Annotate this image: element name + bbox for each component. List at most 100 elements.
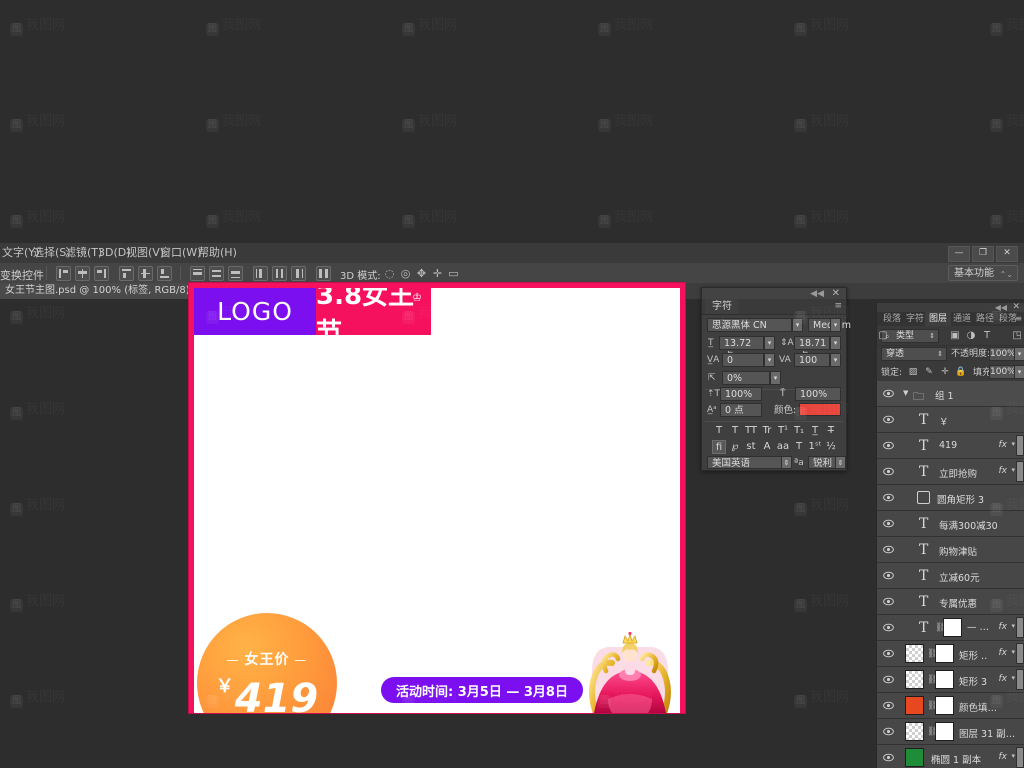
- distribute-right-icon[interactable]: [291, 266, 306, 281]
- chevron-down-icon[interactable]: ▾: [1011, 752, 1015, 760]
- adjustment-filter-icon[interactable]: ◑: [965, 330, 977, 342]
- distribute-left-icon[interactable]: [253, 266, 268, 281]
- layer-thumbnail[interactable]: [905, 670, 924, 689]
- layer-visibility-icon[interactable]: [883, 753, 894, 762]
- layer-mask-thumbnail[interactable]: [935, 670, 954, 689]
- layer-row[interactable]: T 购物津贴: [877, 537, 1024, 563]
- opacity-value[interactable]: 100%: [989, 347, 1016, 361]
- titling-alternates-button[interactable]: T: [792, 440, 806, 454]
- layer-visibility-icon[interactable]: [883, 649, 894, 658]
- panel-menu-icon[interactable]: ≡: [834, 301, 842, 311]
- layer-visibility-icon[interactable]: [883, 701, 894, 710]
- layer-effects-scrollbar[interactable]: [1016, 643, 1024, 664]
- layer-list[interactable]: ▼ 🗀 组 1 T ￥ T 419 fx ▾ T 立即抢购 fx ▾ 圆角矩形 3 T 每满300减30 T 购物…: [877, 381, 1024, 768]
- layer-row[interactable]: ⛓矩形 38fx▾: [877, 667, 1024, 693]
- layer-visibility-icon[interactable]: [883, 571, 894, 580]
- layer-row[interactable]: T ⛓ — … fx ▾: [877, 615, 1024, 641]
- artboard[interactable]: LOGO 3.8女王节 ♔ — 女王价 — ￥419 活动时间: 3月5日 — …: [189, 283, 685, 713]
- layer-row[interactable]: 椭圆 1 副本 fx ▾: [877, 745, 1024, 768]
- discretionary-ligatures-button[interactable]: st: [744, 440, 758, 454]
- distribute-horizontal-center-icon[interactable]: [272, 266, 287, 281]
- layer-mask-thumbnail[interactable]: [935, 722, 954, 741]
- layers-panel-grip[interactable]: ◀◀ ✕: [877, 302, 1024, 312]
- document-tab[interactable]: 女王节主图.psd @ 100% (标签, RGB/8) ✕: [0, 283, 213, 299]
- layer-effects-icon[interactable]: fx: [999, 466, 1008, 476]
- distribute-bottom-icon[interactable]: [228, 266, 243, 281]
- chevron-down-icon[interactable]: ▾: [1011, 466, 1015, 474]
- layer-mask-thumbnail[interactable]: [943, 618, 962, 637]
- layer-effects-icon[interactable]: fx: [999, 648, 1008, 658]
- layer-row[interactable]: T 立减60元: [877, 563, 1024, 589]
- layer-visibility-icon[interactable]: [883, 467, 894, 476]
- layer-visibility-icon[interactable]: [883, 597, 894, 606]
- superscript-button[interactable]: T¹: [776, 424, 790, 438]
- underline-button[interactable]: T̲: [808, 424, 822, 438]
- lock-image-pixels-icon[interactable]: ✎: [923, 366, 935, 378]
- distribute-top-icon[interactable]: [190, 266, 205, 281]
- collapse-icon[interactable]: ◀◀: [995, 303, 1007, 312]
- text-color-swatch[interactable]: [799, 403, 841, 416]
- kerning-field[interactable]: 0: [722, 353, 764, 367]
- strikethrough-button[interactable]: T̶: [824, 424, 838, 438]
- lock-all-icon[interactable]: 🔒: [955, 366, 967, 378]
- layer-effects-icon[interactable]: fx: [999, 752, 1008, 762]
- character-panel-grip[interactable]: ◀◀ ✕: [702, 288, 846, 299]
- align-bottom-edges-icon[interactable]: [157, 266, 172, 281]
- chevron-down-icon[interactable]: ▼: [903, 389, 908, 397]
- baseline-shift-field[interactable]: 0 点: [720, 403, 762, 417]
- pan-3d-icon[interactable]: ✥: [415, 267, 428, 280]
- close-icon[interactable]: ✕: [1012, 302, 1020, 312]
- kerning-dropdown-arrow[interactable]: ▾: [764, 353, 775, 367]
- layer-thumbnail[interactable]: [905, 644, 924, 663]
- vertical-scale-field[interactable]: 100%: [720, 387, 762, 401]
- tab-layers[interactable]: 图层: [925, 312, 952, 326]
- layer-mask-thumbnail[interactable]: [935, 644, 954, 663]
- distribute-vertical-center-icon[interactable]: [209, 266, 224, 281]
- smart-object-filter-icon[interactable]: ◳: [1011, 330, 1023, 342]
- type-filter-icon[interactable]: T: [981, 330, 993, 342]
- blend-mode-select[interactable]: 穿透 ⇕: [881, 347, 947, 361]
- layer-effects-scrollbar[interactable]: [1016, 747, 1024, 768]
- layer-visibility-icon[interactable]: [883, 441, 894, 450]
- font-family-dropdown-arrow[interactable]: ▾: [792, 318, 803, 332]
- layer-row[interactable]: T 419 fx ▾: [877, 433, 1024, 459]
- scale-dropdown-arrow[interactable]: ▾: [770, 371, 781, 385]
- layer-row[interactable]: ⛓ 颜色填…: [877, 693, 1024, 719]
- restore-button[interactable]: ❐: [972, 246, 994, 262]
- layer-row[interactable]: T 每满300减30: [877, 511, 1024, 537]
- lock-transparent-pixels-icon[interactable]: ▨: [907, 366, 919, 378]
- contextual-alternates-button[interactable]: ℘: [728, 440, 742, 454]
- tracking-field[interactable]: 100: [794, 353, 830, 367]
- layer-effects-scrollbar[interactable]: [1016, 617, 1024, 638]
- layer-row[interactable]: T ￥: [877, 407, 1024, 433]
- menu-item-filter[interactable]: 滤镜(T): [65, 246, 102, 260]
- tracking-dropdown-arrow[interactable]: ▾: [830, 353, 841, 367]
- language-field[interactable]: 美国英语: [707, 456, 785, 469]
- layer-visibility-icon[interactable]: [883, 727, 894, 736]
- menu-item-view[interactable]: 视图(V): [126, 246, 164, 260]
- chevron-down-icon[interactable]: ▾: [1011, 440, 1015, 448]
- layer-visibility-icon[interactable]: [883, 493, 894, 502]
- layer-row[interactable]: 圆角矩形 3: [877, 485, 1024, 511]
- align-right-edges-icon[interactable]: [94, 266, 109, 281]
- font-style-dropdown-arrow[interactable]: ▾: [830, 318, 841, 332]
- layer-thumbnail[interactable]: [905, 722, 924, 741]
- font-family-field[interactable]: 思源黑体 CN: [707, 318, 792, 332]
- layer-row[interactable]: T 立即抢购 fx ▾: [877, 459, 1024, 485]
- layer-visibility-icon[interactable]: [883, 415, 894, 424]
- swash-button[interactable]: A: [760, 440, 774, 454]
- layer-visibility-icon[interactable]: [883, 389, 894, 398]
- leading-dropdown-arrow[interactable]: ▾: [830, 336, 841, 350]
- scale-field[interactable]: 0%: [722, 371, 770, 385]
- faux-italic-button[interactable]: T: [728, 424, 742, 438]
- lock-position-icon[interactable]: ✛: [939, 366, 951, 378]
- align-top-edges-icon[interactable]: [119, 266, 134, 281]
- horizontal-scale-field[interactable]: 100%: [795, 387, 841, 401]
- fractions-button[interactable]: ½: [824, 440, 838, 454]
- zoom-3d-icon[interactable]: ▭: [447, 267, 460, 280]
- chevron-down-icon[interactable]: ▾: [1011, 622, 1015, 630]
- standard-ligatures-button[interactable]: fi: [712, 440, 726, 454]
- distribute-spacing-icon[interactable]: [316, 266, 331, 281]
- layer-visibility-icon[interactable]: [883, 519, 894, 528]
- menu-item-window[interactable]: 窗口(W): [160, 246, 201, 260]
